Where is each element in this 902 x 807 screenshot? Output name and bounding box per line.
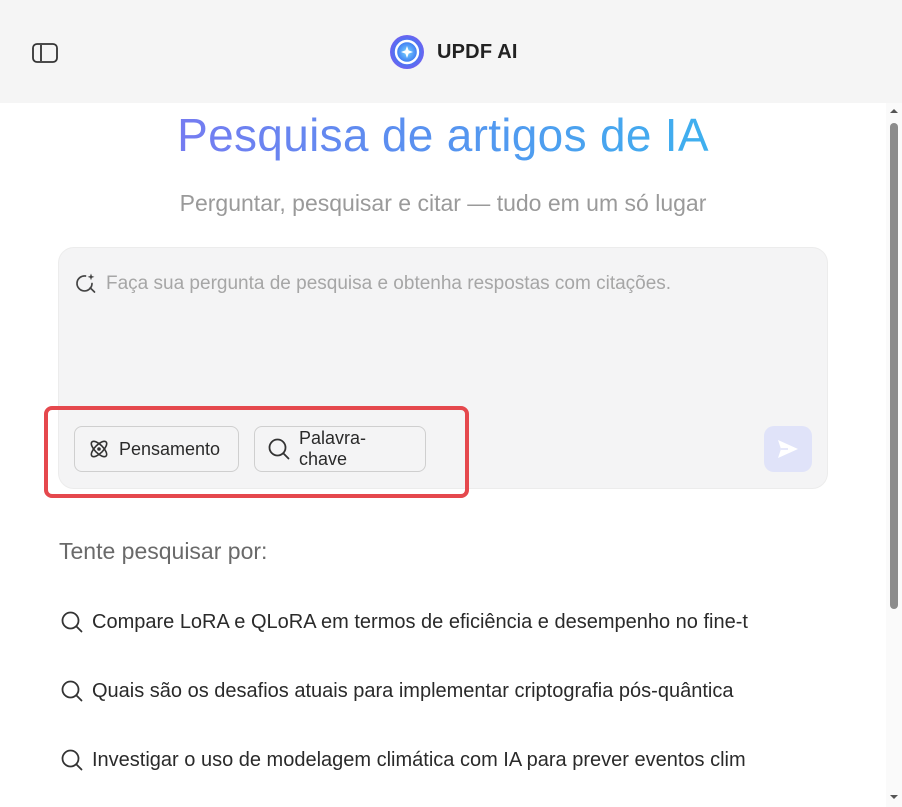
scroll-up-arrow-icon[interactable]: [889, 106, 899, 116]
send-button[interactable]: [764, 426, 812, 472]
brand: UPDF AI: [389, 33, 518, 71]
scrollbar-thumb[interactable]: [890, 123, 898, 609]
suggestion-text: Compare LoRA e QLoRA em termos de eficiê…: [92, 610, 748, 633]
keyword-mode-label: Palavra-chave: [299, 428, 367, 469]
sidebar-toggle-icon[interactable]: [31, 42, 59, 64]
search-icon: [61, 680, 83, 702]
search-icon: [61, 749, 83, 771]
suggestion-text: Quais são os desafios atuais para implem…: [92, 679, 734, 702]
updf-ai-logo: [390, 35, 424, 69]
search-input[interactable]: [106, 268, 806, 300]
suggestion-item[interactable]: Compare LoRA e QLoRA em termos de eficiê…: [60, 607, 828, 637]
thinking-mode-button[interactable]: Pensamento: [74, 426, 239, 472]
header-bar: UPDF AI: [0, 0, 902, 103]
search-icon: [268, 438, 290, 460]
send-icon: [778, 440, 798, 458]
search-icon: [61, 611, 83, 633]
keyword-mode-button[interactable]: Palavra-chave: [254, 426, 426, 472]
app-window: UPDF AI Pesquisa de artigos de IA Pergun…: [0, 0, 902, 807]
suggestion-item[interactable]: Quais são os desafios atuais para implem…: [60, 676, 828, 706]
app-name: UPDF AI: [437, 40, 518, 63]
ai-search-icon: [75, 272, 97, 294]
thinking-mode-label: Pensamento: [119, 438, 221, 459]
suggestion-text: Investigar o uso de modelagem climática …: [92, 748, 746, 771]
suggestions-heading: Tente pesquisar por:: [59, 538, 268, 564]
scroll-down-arrow-icon[interactable]: [889, 792, 899, 802]
page-title: Pesquisa de artigos de IA: [0, 106, 886, 164]
page-subtitle: Perguntar, pesquisar e citar — tudo em u…: [179, 190, 707, 216]
suggestion-item[interactable]: Investigar o uso de modelagem climática …: [60, 745, 828, 775]
atom-icon: [90, 440, 108, 458]
